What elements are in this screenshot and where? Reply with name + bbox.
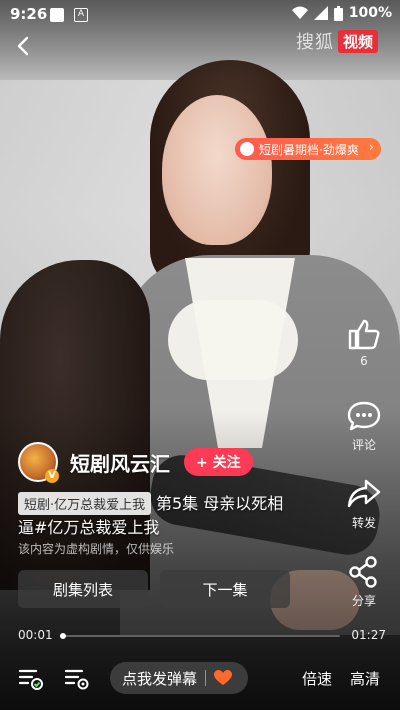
brand-text: 搜狐 xyxy=(295,32,334,53)
forward-button[interactable]: 转发 xyxy=(342,478,386,531)
danmu-input[interactable]: 点我发弹幕 xyxy=(110,662,248,694)
forward-label: 转发 xyxy=(351,516,376,530)
wifi-icon xyxy=(291,6,308,19)
speed-button[interactable]: 倍速 xyxy=(302,668,332,689)
status-bar: 9:26 A 100% xyxy=(0,0,400,28)
duration-time: 01:27 xyxy=(351,628,386,642)
creator-row: V 短剧风云汇 + 关注 xyxy=(18,442,253,483)
status-right: 100% xyxy=(291,5,392,21)
share-label: 分享 xyxy=(351,594,376,608)
progress-bar[interactable]: 00:01 01:27 xyxy=(18,628,386,644)
quality-button[interactable]: 高清 xyxy=(350,668,380,689)
back-icon[interactable] xyxy=(12,34,36,58)
battery-percent: 100% xyxy=(348,5,392,21)
progress-track[interactable] xyxy=(59,633,340,639)
actress-bow xyxy=(168,300,298,380)
playlist-check-icon[interactable] xyxy=(18,666,44,692)
follow-button[interactable]: + 关注 xyxy=(184,448,253,476)
progress-knob[interactable] xyxy=(59,633,66,639)
verified-badge: V xyxy=(45,469,59,483)
share-button[interactable]: 分享 xyxy=(342,556,386,609)
comment-button[interactable]: 评论 xyxy=(342,400,386,453)
drama-tag[interactable]: 短剧·亿万总裁爱上我 xyxy=(18,492,152,515)
disclaimer-text: 该内容为虚构剧情，仅供娱乐 xyxy=(18,542,175,556)
like-count: 6 xyxy=(360,354,368,368)
share-forward-icon xyxy=(347,479,381,508)
danmu-divider xyxy=(205,670,207,686)
current-time: 00:01 xyxy=(18,628,53,642)
avatar[interactable]: V xyxy=(18,442,59,483)
heart-icon[interactable] xyxy=(214,670,233,686)
promo-badge[interactable]: 短剧暑期档·劲爆爽 › xyxy=(235,138,381,160)
bottom-bar: 点我发弹幕 倍速 高清 xyxy=(0,662,400,696)
next-episode-button[interactable]: 下一集 xyxy=(160,570,290,608)
like-button[interactable]: 6 xyxy=(342,318,386,368)
playlist-settings-icon[interactable] xyxy=(64,666,90,692)
video-title-line2: 逼#亿万总裁爱上我 xyxy=(18,518,160,537)
comment-icon xyxy=(347,401,381,431)
comment-label: 评论 xyxy=(351,438,376,452)
signal-icon xyxy=(313,6,328,20)
creator-name[interactable]: 短剧风云汇 xyxy=(70,448,170,477)
video-title-line1: 第5集 母亲以死相 xyxy=(156,494,284,513)
danmu-placeholder: 点我发弹幕 xyxy=(122,669,198,688)
app-notification-icon: A xyxy=(74,8,88,22)
brand-box: 视频 xyxy=(337,29,378,53)
thumbs-up-icon xyxy=(348,319,380,350)
status-time: 9:26 xyxy=(10,5,48,23)
episode-list-button[interactable]: 剧集列表 xyxy=(18,570,148,608)
promo-label: 短剧暑期档·劲爆爽 xyxy=(259,142,359,157)
actress-face xyxy=(162,95,272,245)
brand-logo: 搜狐 视频 xyxy=(296,28,378,54)
notification-icon xyxy=(50,8,64,22)
battery-icon xyxy=(333,5,343,21)
chevron-right-icon: › xyxy=(369,140,374,154)
promo-dot-icon xyxy=(240,142,254,156)
share-icon xyxy=(349,556,377,588)
